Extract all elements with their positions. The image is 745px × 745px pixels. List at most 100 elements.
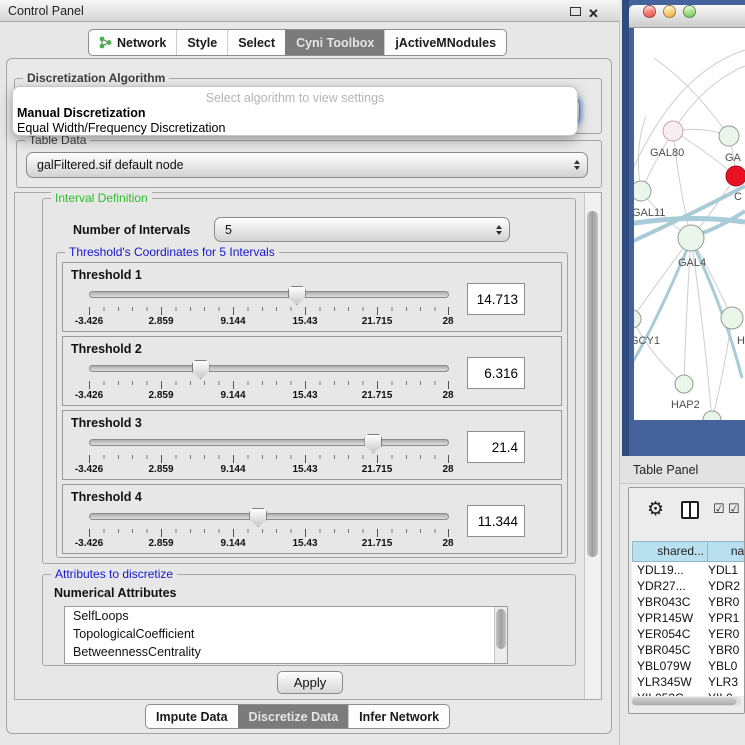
- network-node[interactable]: [726, 166, 745, 186]
- network-edge[interactable]: [634, 319, 684, 384]
- network-node[interactable]: [678, 225, 704, 251]
- threshold-3-slider-thumb[interactable]: [364, 434, 382, 453]
- settings-scrollbar-thumb[interactable]: [587, 211, 598, 557]
- table-data-combobox[interactable]: galFiltered.sif default node: [26, 152, 588, 178]
- threshold-1-value-field[interactable]: 14.713: [467, 283, 525, 315]
- threshold-1-label: Threshold 1: [71, 268, 142, 282]
- table-row[interactable]: YIL052CYIL0: [632, 690, 745, 696]
- network-node[interactable]: [721, 307, 743, 329]
- table-row[interactable]: YBR045CYBR0: [632, 642, 745, 658]
- combo-stepper-icon: [496, 225, 502, 235]
- network-node[interactable]: [663, 121, 683, 141]
- network-node[interactable]: [703, 411, 721, 420]
- threshold-4-value-field[interactable]: 11.344: [467, 505, 525, 537]
- threshold-2-slider-thumb[interactable]: [192, 360, 210, 379]
- table-panel-toolbar: ⚙ ☑ ☑: [629, 488, 744, 536]
- algorithm-dropdown-popup: Select algorithm to view settings Manual…: [12, 86, 578, 136]
- tab-network[interactable]: Network: [89, 30, 176, 55]
- network-node-label: C: [734, 191, 742, 203]
- threshold-3-value-field[interactable]: 21.4: [467, 431, 525, 463]
- table-row[interactable]: YDR27...YDR2: [632, 578, 745, 594]
- network-node-label: HAP2: [671, 399, 700, 411]
- checkbox-icon[interactable]: ☑: [713, 501, 725, 517]
- threshold-3-slider[interactable]: [89, 439, 449, 446]
- table-horizontal-scrollbar[interactable]: [631, 697, 741, 706]
- attributes-group-title: Attributes to discretize: [51, 567, 177, 581]
- column-header-shared[interactable]: shared...: [632, 541, 708, 562]
- threshold-4-slider-thumb[interactable]: [249, 508, 267, 527]
- control-panel-titlebar[interactable]: Control Panel ✕: [0, 0, 620, 22]
- table-row[interactable]: YBL079WYBL0: [632, 658, 745, 674]
- network-node[interactable]: [634, 310, 641, 328]
- tab-select[interactable]: Select: [227, 30, 285, 55]
- tick-marks: [89, 529, 449, 533]
- network-node-label: GAL11: [634, 207, 665, 219]
- tick-marks: [89, 381, 449, 385]
- tab-impute-data[interactable]: Impute Data: [146, 705, 238, 728]
- network-node[interactable]: [634, 181, 651, 201]
- table-row[interactable]: YBR043CYBR0: [632, 594, 745, 610]
- table-row[interactable]: YLR345WYLR3: [632, 674, 745, 690]
- network-edge[interactable]: [638, 116, 646, 191]
- table-row[interactable]: YER054CYER0: [632, 626, 745, 642]
- tab-discretize-data[interactable]: Discretize Data: [238, 705, 349, 728]
- threshold-2-panel: Threshold 2 -3.426 2.859 9.144 15.43 21.…: [62, 336, 562, 406]
- thresholds-group-title: Threshold's Coordinates for 5 Intervals: [65, 245, 279, 259]
- threshold-2-label: Threshold 2: [71, 342, 142, 356]
- threshold-4-label: Threshold 4: [71, 490, 142, 504]
- numerical-attributes-label: Numerical Attributes: [54, 586, 176, 600]
- table-rows: YDL19...YDL1 YDR27...YDR2 YBR043CYBR0 YP…: [632, 562, 745, 696]
- bottom-tab-bar: Impute Data Discretize Data Infer Networ…: [145, 704, 450, 729]
- zoom-traffic-light-icon[interactable]: [683, 5, 696, 18]
- table-panel-title: Table Panel: [633, 463, 698, 477]
- table-row[interactable]: YDL19...YDL1: [632, 562, 745, 578]
- list-item[interactable]: BetweennessCentrality: [65, 643, 507, 661]
- control-panel-title: Control Panel: [8, 4, 84, 18]
- attributes-scrollbar[interactable]: [494, 607, 507, 663]
- algorithm-group-title: Discretization Algorithm: [23, 71, 169, 85]
- tab-infer-network[interactable]: Infer Network: [348, 705, 449, 728]
- tab-cyni-toolbox[interactable]: Cyni Toolbox: [285, 30, 384, 55]
- network-edge[interactable]: [673, 66, 745, 131]
- tab-jactivemnodules[interactable]: jActiveMNodules: [384, 30, 506, 55]
- tick-marks: [89, 455, 449, 459]
- tab-style[interactable]: Style: [176, 30, 227, 55]
- network-node-label: H: [737, 335, 745, 347]
- threshold-3-panel: Threshold 3 -3.426 2.859 9.144 15.43 21.…: [62, 410, 562, 480]
- minimize-traffic-light-icon[interactable]: [663, 5, 676, 18]
- attributes-scrollbar-thumb[interactable]: [496, 609, 506, 649]
- gear-icon[interactable]: ⚙: [647, 498, 664, 521]
- network-node-label: GAL80: [650, 147, 684, 159]
- network-icon: [99, 36, 112, 49]
- threshold-1-slider[interactable]: [89, 291, 449, 298]
- number-of-intervals-combobox[interactable]: 5: [214, 217, 510, 242]
- table-data-value: galFiltered.sif default node: [37, 158, 184, 172]
- threshold-2-value-field[interactable]: 6.316: [467, 357, 525, 389]
- network-canvas[interactable]: GAL80GACGAL11GAL4GCY1HHAP2: [634, 28, 745, 420]
- split-columns-icon[interactable]: [681, 501, 699, 519]
- apply-button[interactable]: Apply: [277, 671, 343, 694]
- number-of-intervals-value: 5: [225, 223, 232, 237]
- column-header-name[interactable]: na: [708, 541, 745, 562]
- list-item[interactable]: SelfLoops: [65, 607, 507, 625]
- table-panel-titlebar[interactable]: Table Panel: [620, 456, 745, 484]
- menu-item-equal-width-frequency[interactable]: Equal Width/Frequency Discretization: [17, 121, 225, 135]
- float-window-icon[interactable]: [570, 7, 581, 16]
- menu-item-manual-discretization[interactable]: Manual Discretization: [17, 106, 146, 120]
- threshold-2-slider[interactable]: [89, 365, 449, 372]
- network-node[interactable]: [675, 375, 693, 393]
- settings-scrollbar[interactable]: [584, 193, 600, 699]
- close-icon[interactable]: ✕: [588, 3, 599, 25]
- threshold-4-slider[interactable]: [89, 513, 449, 520]
- list-item[interactable]: TopologicalCoefficient: [65, 625, 507, 643]
- threshold-1-panel: Threshold 1 -3.426 2.859 9.144 15.43 21.…: [62, 262, 562, 332]
- network-node-label: GA: [725, 152, 742, 164]
- network-node[interactable]: [719, 126, 739, 146]
- threshold-1-slider-thumb[interactable]: [288, 286, 306, 305]
- checkbox-icon[interactable]: ☑: [728, 501, 740, 517]
- numerical-attributes-list[interactable]: SelfLoops TopologicalCoefficient Between…: [64, 606, 508, 664]
- table-row[interactable]: YPR145WYPR1: [632, 610, 745, 626]
- interval-definition-title: Interval Definition: [51, 191, 152, 205]
- table-horizontal-scrollbar-thumb[interactable]: [632, 698, 736, 705]
- close-traffic-light-icon[interactable]: [643, 5, 656, 18]
